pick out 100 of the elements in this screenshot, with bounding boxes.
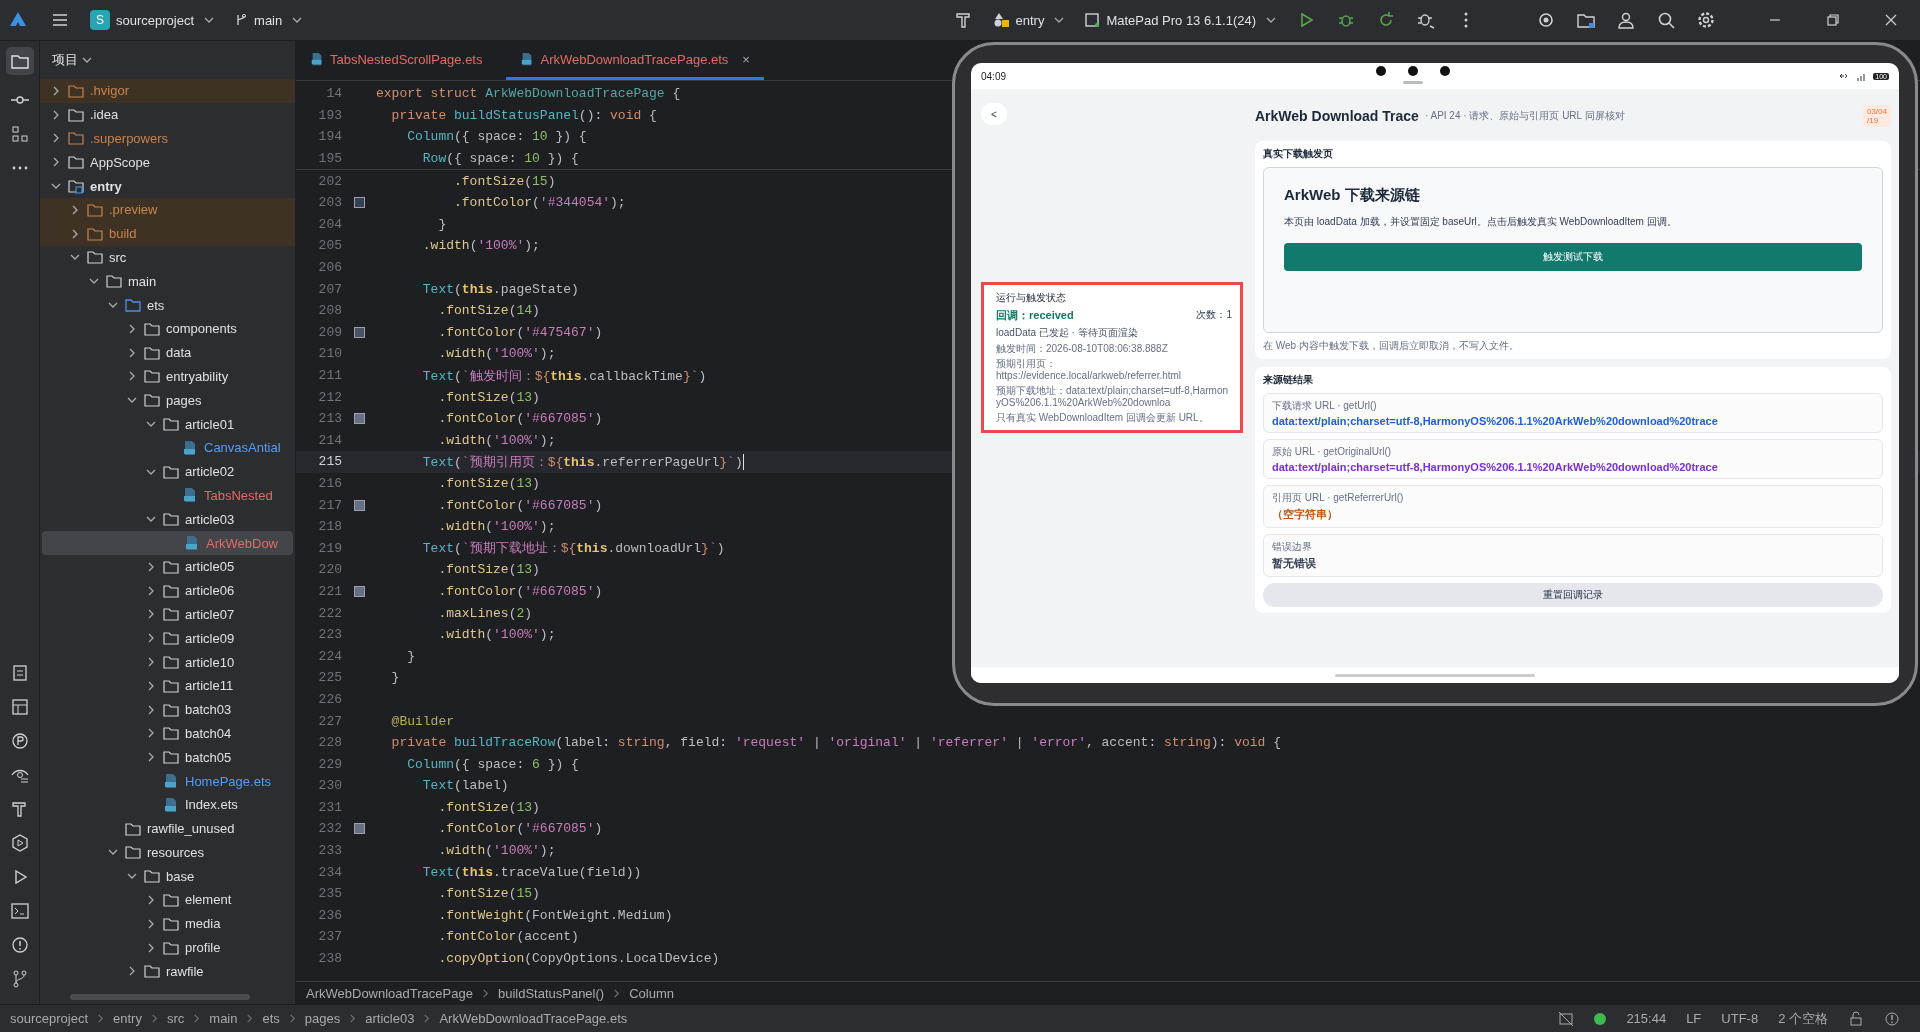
trigger-download-button[interactable]: 触发测试下载 — [1284, 243, 1862, 271]
tree-item[interactable]: element — [40, 888, 295, 912]
file-encoding[interactable]: UTF-8 — [1721, 1011, 1759, 1026]
line-ending[interactable]: LF — [1686, 1011, 1702, 1026]
tree-item[interactable]: rawfile — [40, 959, 295, 984]
chevron-right-icon[interactable] — [146, 657, 156, 667]
chevron-right-icon[interactable] — [51, 85, 61, 96]
settings-icon[interactable] — [1696, 10, 1716, 30]
chevron-right-icon[interactable] — [146, 633, 156, 644]
tree-item[interactable]: batch04 — [40, 721, 295, 746]
chevron-right-icon[interactable] — [146, 585, 156, 596]
tree-item[interactable]: TabsNested — [40, 483, 295, 508]
locate-icon[interactable] — [1536, 10, 1556, 30]
breadcrumb-item[interactable]: buildStatusPanel() — [497, 985, 605, 1001]
path-item[interactable]: ets — [262, 1011, 280, 1026]
color-swatch[interactable] — [353, 585, 365, 597]
tree-item[interactable]: article05 — [40, 554, 295, 579]
chevron-right-icon[interactable] — [127, 347, 137, 358]
editor-tab[interactable]: ArkWebDownloadTracePage.ets × — [506, 41, 764, 80]
tree-item[interactable]: main — [40, 269, 295, 294]
tree-item[interactable]: build — [40, 221, 295, 246]
problems-icon[interactable] — [9, 935, 30, 955]
chevron-right-icon[interactable] — [127, 371, 137, 382]
tree-item[interactable]: article11 — [40, 673, 295, 698]
breadcrumb-item[interactable]: Column — [629, 985, 674, 1001]
color-swatch[interactable] — [353, 413, 365, 425]
editor-tab[interactable]: TabsNestedScrollPage.ets — [296, 41, 497, 80]
chevron-right-icon[interactable] — [146, 942, 156, 953]
tree-item[interactable]: AppScope — [40, 150, 295, 175]
tree-item[interactable]: ets — [40, 293, 295, 317]
chevron-right-icon[interactable] — [146, 728, 156, 739]
chevron-right-icon[interactable] — [127, 966, 137, 977]
color-swatch[interactable] — [353, 326, 365, 338]
project-selector[interactable]: S sourceproject — [82, 6, 223, 34]
chevron-right-icon[interactable] — [146, 609, 156, 620]
path-item[interactable]: article03 — [365, 1011, 415, 1026]
chevron-right-icon[interactable] — [146, 918, 156, 929]
tree-item[interactable]: batch05 — [40, 745, 295, 770]
path-item[interactable]: ArkWebDownloadTracePage.ets — [439, 1011, 628, 1026]
search-icon[interactable] — [1656, 10, 1676, 30]
tree-item[interactable]: batch03 — [40, 697, 295, 722]
profiler-icon[interactable] — [9, 731, 30, 751]
chevron-right-icon[interactable] — [127, 323, 137, 334]
path-item[interactable]: main — [209, 1011, 238, 1026]
color-swatch[interactable] — [353, 499, 365, 511]
path-item[interactable]: pages — [304, 1011, 341, 1026]
terminal-icon[interactable] — [9, 901, 30, 921]
structure-icon[interactable] — [9, 124, 30, 144]
tree-item[interactable]: article01 — [40, 412, 295, 436]
layout-icon[interactable] — [9, 697, 30, 717]
services-icon[interactable] — [9, 833, 30, 853]
tree-item[interactable]: article09 — [40, 626, 295, 651]
tree-item[interactable]: media — [40, 911, 295, 936]
tree-item[interactable]: .hvigor — [40, 79, 295, 103]
branch-selector[interactable]: main — [226, 8, 311, 32]
user-icon[interactable] — [1616, 10, 1636, 30]
chevron-right-icon[interactable] — [146, 561, 156, 572]
tree-item[interactable]: resources — [40, 840, 295, 865]
tree-item[interactable]: rawfile_unused — [40, 816, 295, 841]
color-swatch[interactable] — [353, 823, 365, 835]
breadcrumb-item[interactable]: ArkWebDownloadTracePage — [306, 985, 473, 1001]
tree-item[interactable]: article10 — [40, 650, 295, 674]
tree-item[interactable]: profile — [40, 935, 295, 960]
tree-item[interactable]: article06 — [40, 578, 295, 603]
chevron-right-icon[interactable] — [70, 228, 80, 239]
warning-icon[interactable] — [1884, 1010, 1900, 1027]
tree-item[interactable]: article03 — [40, 507, 295, 532]
run-config-selector[interactable]: entry — [985, 8, 1073, 32]
tree-item[interactable]: HomePage.ets — [40, 769, 295, 793]
chevron-right-icon[interactable] — [146, 752, 156, 763]
tree-item[interactable]: data — [40, 340, 295, 365]
chevron-right-icon[interactable] — [146, 895, 156, 905]
back-button[interactable]: < — [981, 103, 1007, 125]
chevron-down-icon[interactable] — [82, 55, 92, 65]
tree-item[interactable]: src — [40, 245, 295, 270]
tree-item[interactable]: .preview — [40, 198, 295, 222]
panel-title[interactable]: 项目 — [52, 51, 78, 69]
lock-icon[interactable] — [1848, 1010, 1864, 1027]
chevron-right-icon[interactable] — [146, 680, 156, 691]
chevron-right-icon[interactable] — [51, 109, 61, 120]
device-selector[interactable]: MatePad Pro 13 6.1.1(24) — [1076, 8, 1284, 32]
tree-item[interactable]: base — [40, 864, 295, 889]
no-inspection-icon[interactable] — [1558, 1010, 1575, 1027]
tree-item[interactable]: CanvasAntial — [40, 435, 295, 460]
chevron-right-icon[interactable] — [51, 133, 61, 144]
tree-item[interactable]: Index.ets — [40, 792, 295, 817]
color-swatch[interactable] — [353, 197, 365, 209]
project-tool-button[interactable] — [5, 47, 34, 75]
tree-item[interactable]: components — [40, 316, 295, 341]
tree-item[interactable]: entry — [40, 174, 295, 198]
chevron-right-icon[interactable] — [51, 157, 61, 168]
tree-item[interactable]: pages — [40, 388, 295, 413]
tree-item[interactable]: article02 — [40, 459, 295, 484]
reset-button[interactable]: 重置回调记录 — [1263, 583, 1883, 607]
path-item[interactable]: entry — [113, 1011, 142, 1026]
chevron-right-icon[interactable] — [146, 704, 156, 715]
path-item[interactable]: src — [166, 1011, 185, 1026]
cursor-position[interactable]: 215:44 — [1626, 1011, 1667, 1026]
tree-item[interactable]: .superpowers — [40, 126, 295, 151]
tree-item[interactable]: entryability — [40, 364, 295, 389]
